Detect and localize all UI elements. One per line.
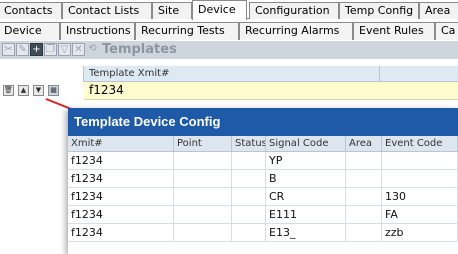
point-cell (174, 170, 232, 188)
column-header-event-code[interactable]: Event Code (382, 136, 458, 152)
column-header-status[interactable]: Status (232, 136, 266, 152)
popup-grid-header: Xmit# Point Status Signal Code Area Even… (68, 136, 458, 152)
signal-code-cell: E111 (266, 206, 346, 224)
point-cell (174, 206, 232, 224)
event-code-cell (382, 170, 458, 188)
xmit-cell: f1234 (68, 206, 174, 224)
status-cell (232, 170, 266, 188)
signal-code-cell: YP (266, 152, 346, 170)
area-cell (346, 152, 382, 170)
point-cell (174, 188, 232, 206)
status-cell (232, 152, 266, 170)
event-code-cell: 130 (382, 188, 458, 206)
popup-title[interactable]: Template Device Config (68, 108, 458, 136)
status-cell (232, 224, 266, 242)
table-row[interactable]: f1234 E13_ zzb (68, 224, 458, 242)
point-cell (174, 224, 232, 242)
table-row[interactable]: f1234 CR 130 (68, 188, 458, 206)
table-row[interactable]: f1234 E111 FA (68, 206, 458, 224)
column-header-signal-code[interactable]: Signal Code (266, 136, 346, 152)
column-header-xmit[interactable]: Xmit# (68, 136, 174, 152)
column-header-point[interactable]: Point (174, 136, 232, 152)
xmit-cell: f1234 (68, 224, 174, 242)
template-device-config-popup: Template Device Config Xmit# Point Statu… (68, 108, 458, 254)
signal-code-cell: B (266, 170, 346, 188)
area-cell (346, 206, 382, 224)
area-cell (346, 188, 382, 206)
area-cell (346, 224, 382, 242)
status-cell (232, 206, 266, 224)
event-code-cell: zzb (382, 224, 458, 242)
xmit-cell: f1234 (68, 188, 174, 206)
status-cell (232, 188, 266, 206)
signal-code-cell: E13_ (266, 224, 346, 242)
area-cell (346, 170, 382, 188)
event-code-cell: FA (382, 206, 458, 224)
xmit-cell: f1234 (68, 170, 174, 188)
event-code-cell (382, 152, 458, 170)
table-row[interactable]: f1234 B (68, 170, 458, 188)
point-cell (174, 152, 232, 170)
signal-code-cell: CR (266, 188, 346, 206)
column-header-area[interactable]: Area (346, 136, 382, 152)
xmit-cell: f1234 (68, 152, 174, 170)
table-row[interactable]: f1234 YP (68, 152, 458, 170)
